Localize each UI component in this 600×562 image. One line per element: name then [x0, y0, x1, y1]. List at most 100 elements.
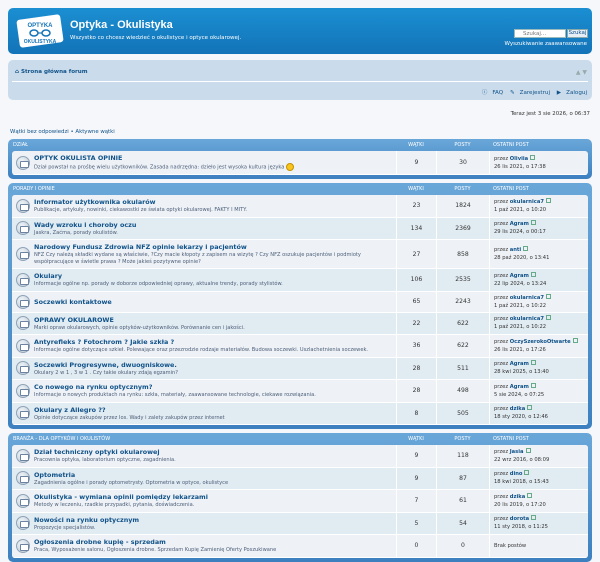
- forum-title-link[interactable]: Antyrefleks ? Fotochrom ? Jakie szkła ?: [34, 338, 393, 346]
- forum-description: Zagadnienia ogólne i porady optometrysty…: [34, 480, 393, 487]
- posts-count: 61: [436, 490, 489, 512]
- forum-title-link[interactable]: OPTYK OKULISTA OPINIE: [34, 154, 393, 162]
- view-latest-post-icon[interactable]: [530, 154, 536, 160]
- last-post-author-line: przez Agram: [494, 220, 588, 228]
- last-post-author-link[interactable]: okularnica7: [510, 316, 544, 322]
- last-post-by: przez: [494, 516, 509, 523]
- last-post-date: 28 paź 2020, o 13:41: [494, 255, 550, 261]
- topics-count: 106: [396, 269, 436, 291]
- forum-title-link[interactable]: Nowości na rynku optycznym: [34, 516, 393, 524]
- forum-read-icon: [16, 316, 30, 331]
- last-post-author-link[interactable]: dzika: [510, 406, 525, 412]
- view-latest-post-icon[interactable]: [527, 492, 533, 498]
- forum-info: Co nowego na rynku optycznym? Informacje …: [12, 380, 396, 402]
- last-post: przez Agram 29 lis 2024, o 00:17: [489, 217, 588, 239]
- last-post-author-link[interactable]: okularnica7: [510, 199, 544, 205]
- register-icon: ✎: [509, 90, 515, 96]
- last-post-author-link[interactable]: Agram: [510, 221, 529, 227]
- forum-title-link[interactable]: Okulistyka - wymiana opinii pomiędzy lek…: [34, 493, 393, 501]
- view-latest-post-icon[interactable]: [524, 470, 530, 476]
- last-post-author-link[interactable]: dzika: [510, 494, 525, 500]
- forum-description-text: Opinie dotyczące zakupów przez Ios. Wady…: [34, 414, 225, 421]
- forum-title-link[interactable]: Ogłoszenia drobne kupię - sprzedam: [34, 538, 393, 546]
- category-title[interactable]: DZIAŁ: [12, 142, 396, 148]
- last-post-by: przez: [494, 247, 509, 253]
- view-latest-post-icon[interactable]: [530, 220, 536, 226]
- forum-read-icon: [16, 247, 30, 261]
- advanced-search-link[interactable]: Wyszukiwanie zaawansowane: [504, 41, 587, 47]
- forum-title-link[interactable]: OPRAWY OKULAROWE: [34, 316, 393, 324]
- register-link[interactable]: Zarejestruj: [520, 90, 550, 96]
- forum-text: Ogłoszenia drobne kupię - sprzedam Praca,…: [34, 538, 393, 554]
- faq-icon: ⓘ: [481, 90, 488, 96]
- posts-count: 30: [436, 151, 489, 174]
- forum-title-link[interactable]: Wady wzroku i choroby oczu: [34, 221, 393, 229]
- home-link[interactable]: Strona główna forum: [21, 69, 88, 75]
- forum-info: Wady wzroku i choroby oczu Jaskra, Zaćma,…: [12, 218, 396, 240]
- forum-text: Wady wzroku i choroby oczu Jaskra, Zaćma,…: [34, 221, 393, 237]
- site-title[interactable]: Optyka - Okulistyka: [70, 19, 173, 31]
- forum-row: Nowości na rynku optycznym Propozycje spe…: [12, 512, 588, 535]
- forum-description: Metody w leczeniu, rzadkie przypadki, py…: [34, 502, 393, 509]
- view-latest-post-icon[interactable]: [572, 337, 578, 343]
- column-posts-header: POSTY: [454, 186, 471, 192]
- last-post-author-line: przez dzika: [494, 405, 588, 413]
- last-post-author-link[interactable]: okularnica7: [510, 295, 544, 301]
- forum-description-text: Praca, Wyposażenie salonu, Ogłoszenia dr…: [34, 547, 277, 553]
- category-title[interactable]: BRANŻA - DLA OPTYKÓW I OKULISTÓW: [12, 436, 396, 442]
- category-header: DZIAŁ WĄTKI POSTY OSTATNI POST: [12, 139, 588, 151]
- forum-description: Opinie dotyczące zakupów przez Ios. Wady…: [34, 415, 393, 422]
- forum-row: Optometria Zagadnienia ogólne i porady op…: [12, 467, 588, 490]
- forum-text: Soczewki Progresywne, dwuogniskowe. Okula…: [34, 361, 393, 377]
- login-link[interactable]: Zaloguj: [566, 90, 587, 96]
- forum-title-link[interactable]: Co nowego na rynku optycznym?: [34, 383, 393, 391]
- view-latest-post-icon[interactable]: [525, 447, 531, 453]
- last-post-author-link[interactable]: dorota: [510, 516, 529, 522]
- view-latest-post-icon[interactable]: [545, 315, 551, 321]
- topics-count: 8: [396, 402, 436, 424]
- last-post-author-link[interactable]: dino: [510, 471, 523, 477]
- last-post-author-link[interactable]: Agram: [510, 384, 529, 390]
- forum-title-link[interactable]: Informator użytkownika okularów: [34, 198, 393, 206]
- view-latest-post-icon[interactable]: [545, 293, 551, 299]
- forum-title-link[interactable]: Optometria: [34, 471, 393, 479]
- column-posts-header: POSTY: [454, 436, 471, 442]
- forum-info: Narodowy Fundusz Zdrowia NFZ opinie leka…: [12, 240, 396, 268]
- forum-title-link[interactable]: Soczewki kontaktowe: [34, 298, 393, 306]
- quick-links[interactable]: Wątki bez odpowiedzi • Aktywne wątki: [8, 129, 592, 135]
- forum-text: Okulistyka - wymiana opinii pomiędzy lek…: [34, 493, 393, 509]
- view-latest-post-icon[interactable]: [530, 360, 536, 366]
- category-title[interactable]: PORADY I OPINIE: [12, 186, 396, 192]
- last-post-author-link[interactable]: Agram: [510, 273, 529, 279]
- font-size-controls[interactable]: ▲ ▼: [576, 69, 587, 76]
- forum-title-link[interactable]: Soczewki Progresywne, dwuogniskowe.: [34, 361, 393, 369]
- site-logo[interactable]: OPTYKA OKULISTYKA: [16, 14, 64, 48]
- search-button[interactable]: Szukaj: [567, 29, 588, 38]
- forum-text: OPTYK OKULISTA OPINIE Dział powstał na pr…: [34, 154, 393, 171]
- search-input[interactable]: [514, 29, 566, 38]
- forum-title-link[interactable]: Dział techniczny optyki okularowej: [34, 448, 393, 456]
- view-latest-post-icon[interactable]: [527, 405, 533, 411]
- last-post-author-link[interactable]: Oliviia: [510, 156, 528, 162]
- last-post-author-link[interactable]: OczySzerokoOtwarte: [510, 339, 571, 345]
- last-post: przez Agram 28 kwi 2025, o 13:40: [489, 357, 588, 379]
- forum-title-link[interactable]: Okulary: [34, 272, 393, 280]
- last-post: przez Agram 22 lip 2024, o 13:24: [489, 269, 588, 291]
- view-latest-post-icon[interactable]: [523, 246, 529, 251]
- view-latest-post-icon[interactable]: [545, 197, 551, 203]
- last-post-author-link[interactable]: Jasia: [510, 449, 524, 455]
- forum-row: Dział techniczny optyki okularowej Pracow…: [12, 445, 588, 468]
- last-post-author-link[interactable]: Agram: [510, 361, 529, 367]
- forum-read-icon: [16, 338, 30, 353]
- forum-read-icon: [16, 493, 30, 508]
- forum-title-link[interactable]: Okulary z Allegro ??: [34, 406, 393, 414]
- forum-description: Marki opraw okularowych, opinie optyków-…: [34, 325, 393, 332]
- view-latest-post-icon[interactable]: [530, 382, 536, 388]
- faq-link[interactable]: FAQ: [492, 90, 503, 96]
- last-post-author-link[interactable]: anti: [510, 247, 521, 253]
- view-latest-post-icon[interactable]: [530, 271, 536, 277]
- forum-title-link[interactable]: Narodowy Fundusz Zdrowia NFZ opinie leka…: [34, 243, 393, 251]
- forum-info: Dział techniczny optyki okularowej Pracow…: [12, 445, 396, 467]
- forum-row: OPTYK OKULISTA OPINIE Dział powstał na pr…: [12, 151, 588, 175]
- view-latest-post-icon[interactable]: [531, 515, 537, 521]
